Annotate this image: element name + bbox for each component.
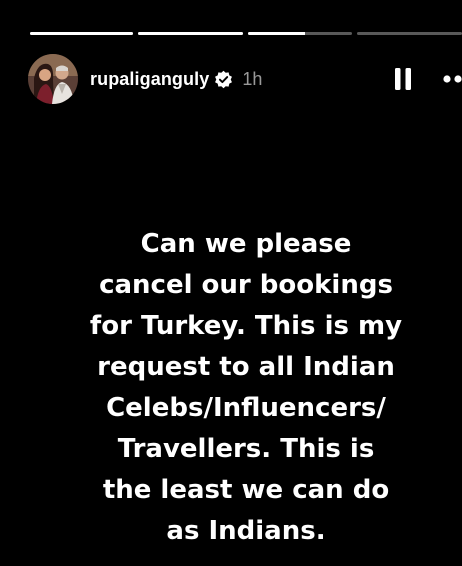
story-progress-bar (30, 32, 462, 35)
story-text-line: for Turkey. This is my (89, 311, 403, 341)
progress-segment (138, 32, 243, 35)
progress-fill (138, 32, 243, 35)
avatar-photo (28, 54, 78, 104)
progress-segment (357, 32, 462, 35)
more-options-button[interactable] (440, 66, 462, 92)
story-header: rupaliganguly 1h (28, 53, 462, 105)
verified-badge-icon (214, 70, 233, 89)
story-text-line: request to all Indian (97, 352, 395, 382)
progress-segment (30, 32, 133, 35)
story-text-line: cancel our bookings (99, 270, 393, 300)
story-text: Can we please cancel our bookings for Tu… (30, 224, 462, 552)
story-text-line: Can we please (140, 229, 352, 259)
story-text-line: the least we can do (102, 475, 390, 505)
story-viewer[interactable]: rupaliganguly 1h Can we please cancel ou… (0, 0, 462, 566)
progress-fill (30, 32, 133, 35)
progress-segment (248, 32, 352, 35)
story-text-line: Travellers. This is (117, 434, 375, 464)
more-options-icon (443, 75, 462, 83)
progress-fill (248, 32, 306, 35)
pause-icon (395, 68, 411, 90)
avatar[interactable] (28, 54, 78, 104)
story-text-line: as Indians. (166, 516, 326, 546)
story-text-line: Celebs/Influencers/ (106, 393, 386, 423)
username[interactable]: rupaliganguly (90, 69, 209, 90)
post-time: 1h (242, 68, 263, 89)
pause-button[interactable] (392, 66, 416, 92)
